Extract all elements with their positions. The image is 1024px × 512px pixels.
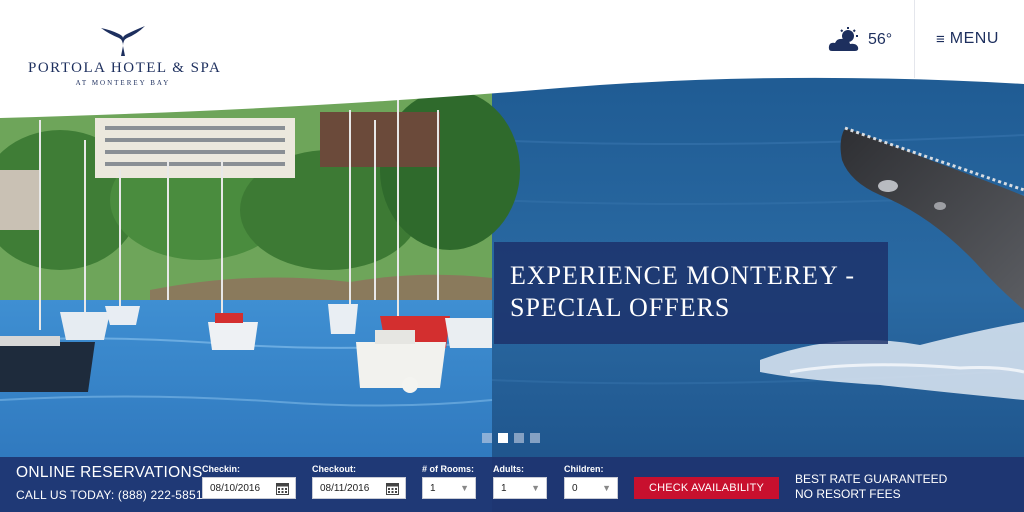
- checkout-label: Checkout:: [312, 464, 357, 474]
- menu-button[interactable]: ≡ MENU: [936, 28, 999, 50]
- adults-label: Adults:: [493, 464, 524, 474]
- brand-name: PORTOLA HOTEL & SPA: [28, 60, 222, 76]
- rooms-value: 1: [430, 482, 436, 494]
- hotel-logo[interactable]: PORTOLA HOTEL & SPA AT MONTEREY BAY: [28, 24, 222, 94]
- reservations-phone[interactable]: CALL US TODAY: (888) 222-5851: [16, 488, 203, 502]
- check-availability-button[interactable]: CHECK AVAILABILITY: [634, 477, 779, 499]
- slider-dot-3[interactable]: [514, 433, 524, 443]
- calendar-icon[interactable]: [276, 482, 289, 495]
- special-offers-banner[interactable]: EXPERIENCE MONTEREY - SPECIAL OFFERS: [494, 242, 888, 344]
- children-value: 0: [572, 482, 578, 494]
- checkin-label: Checkin:: [202, 464, 241, 474]
- children-label: Children:: [564, 464, 604, 474]
- offer-title-line1: EXPERIENCE MONTEREY -: [510, 261, 856, 290]
- checkin-input[interactable]: 08/10/2016: [202, 477, 296, 499]
- slider-dots: [482, 433, 540, 443]
- best-rate-line2: NO RESORT FEES: [795, 487, 901, 501]
- checkout-value: 08/11/2016: [320, 482, 370, 494]
- children-select[interactable]: 0 ▼: [564, 477, 618, 499]
- slider-dot-4[interactable]: [530, 433, 540, 443]
- menu-label: MENU: [949, 30, 999, 47]
- reservations-title: ONLINE RESERVATIONS: [16, 464, 203, 481]
- reservation-bar: ONLINE RESERVATIONS CALL US TODAY: (888)…: [0, 457, 1024, 512]
- offer-title-line2: SPECIAL OFFERS: [510, 293, 731, 322]
- checkout-input[interactable]: 08/11/2016: [312, 477, 406, 499]
- hamburger-icon: ≡: [936, 30, 945, 48]
- adults-value: 1: [501, 482, 507, 494]
- brand-subtitle: AT MONTEREY BAY: [75, 79, 171, 87]
- checkin-value: 08/10/2016: [210, 482, 261, 494]
- chevron-down-icon: ▼: [531, 483, 540, 493]
- slider-dot-1[interactable]: [482, 433, 492, 443]
- best-rate-line1: BEST RATE GUARANTEED: [795, 472, 948, 486]
- rooms-label: # of Rooms:: [422, 464, 475, 474]
- weather-widget: 56°: [828, 26, 892, 54]
- chevron-down-icon: ▼: [460, 483, 469, 493]
- best-rate-note: BEST RATE GUARANTEED NO RESORT FEES: [795, 472, 947, 502]
- calendar-icon[interactable]: [386, 482, 399, 495]
- slider-dot-2[interactable]: [498, 433, 508, 443]
- chevron-down-icon: ▼: [602, 483, 611, 493]
- weather-temperature: 56°: [868, 31, 893, 48]
- whale-tail-logo-icon: [101, 26, 145, 56]
- adults-select[interactable]: 1 ▼: [493, 477, 547, 499]
- menu-divider: [914, 0, 915, 78]
- rooms-select[interactable]: 1 ▼: [422, 477, 476, 499]
- partly-cloudy-icon: [828, 27, 859, 51]
